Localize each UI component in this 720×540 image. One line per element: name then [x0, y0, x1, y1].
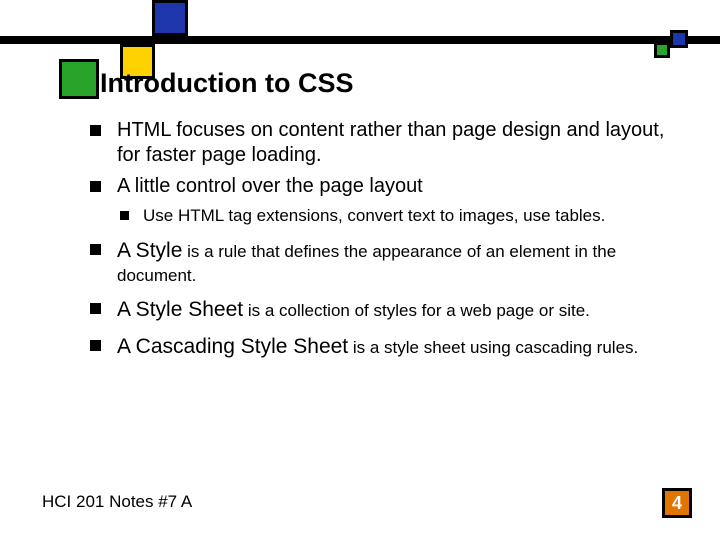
bullet-text: Use HTML tag extensions, convert text to… — [143, 205, 605, 227]
page-number: 4 — [662, 488, 692, 518]
header-bar — [0, 36, 720, 44]
bullet-level1: A Style is a rule that defines the appea… — [90, 237, 690, 288]
slide-title: Introduction to CSS — [100, 68, 353, 99]
bullet-lead: A Cascading Style Sheet — [117, 335, 348, 358]
bullet-level2: Use HTML tag extensions, convert text to… — [120, 205, 690, 227]
bullet-icon — [90, 125, 101, 136]
bullet-rest: is a style sheet using cascading rules. — [348, 338, 638, 357]
deco-square-blue-small — [670, 30, 688, 48]
deco-square-green-large — [59, 59, 99, 99]
bullet-level1: A Style Sheet is a collection of styles … — [90, 296, 690, 324]
bullet-lead: A Style Sheet — [117, 298, 243, 321]
footer-text: HCI 201 Notes #7 A — [42, 492, 192, 512]
bullet-level1: A Cascading Style Sheet is a style sheet… — [90, 333, 690, 361]
bullet-icon — [120, 211, 129, 220]
deco-square-blue-large — [152, 0, 188, 36]
bullet-level1: HTML focuses on content rather than page… — [90, 118, 690, 168]
slide-body: HTML focuses on content rather than page… — [90, 118, 690, 367]
bullet-icon — [90, 181, 101, 192]
bullet-rest: is a collection of styles for a web page… — [243, 301, 590, 320]
bullet-level1: A little control over the page layout — [90, 174, 690, 199]
bullet-lead: A Style — [117, 239, 182, 262]
bullet-rest: is a rule that defines the appearance of… — [117, 242, 616, 285]
deco-square-green-small — [654, 42, 670, 58]
bullet-icon — [90, 303, 101, 314]
bullet-icon — [90, 244, 101, 255]
bullet-text: A little control over the page layout — [117, 174, 423, 199]
bullet-text: HTML focuses on content rather than page… — [117, 118, 690, 168]
bullet-icon — [90, 340, 101, 351]
page-number-value: 4 — [672, 493, 682, 514]
